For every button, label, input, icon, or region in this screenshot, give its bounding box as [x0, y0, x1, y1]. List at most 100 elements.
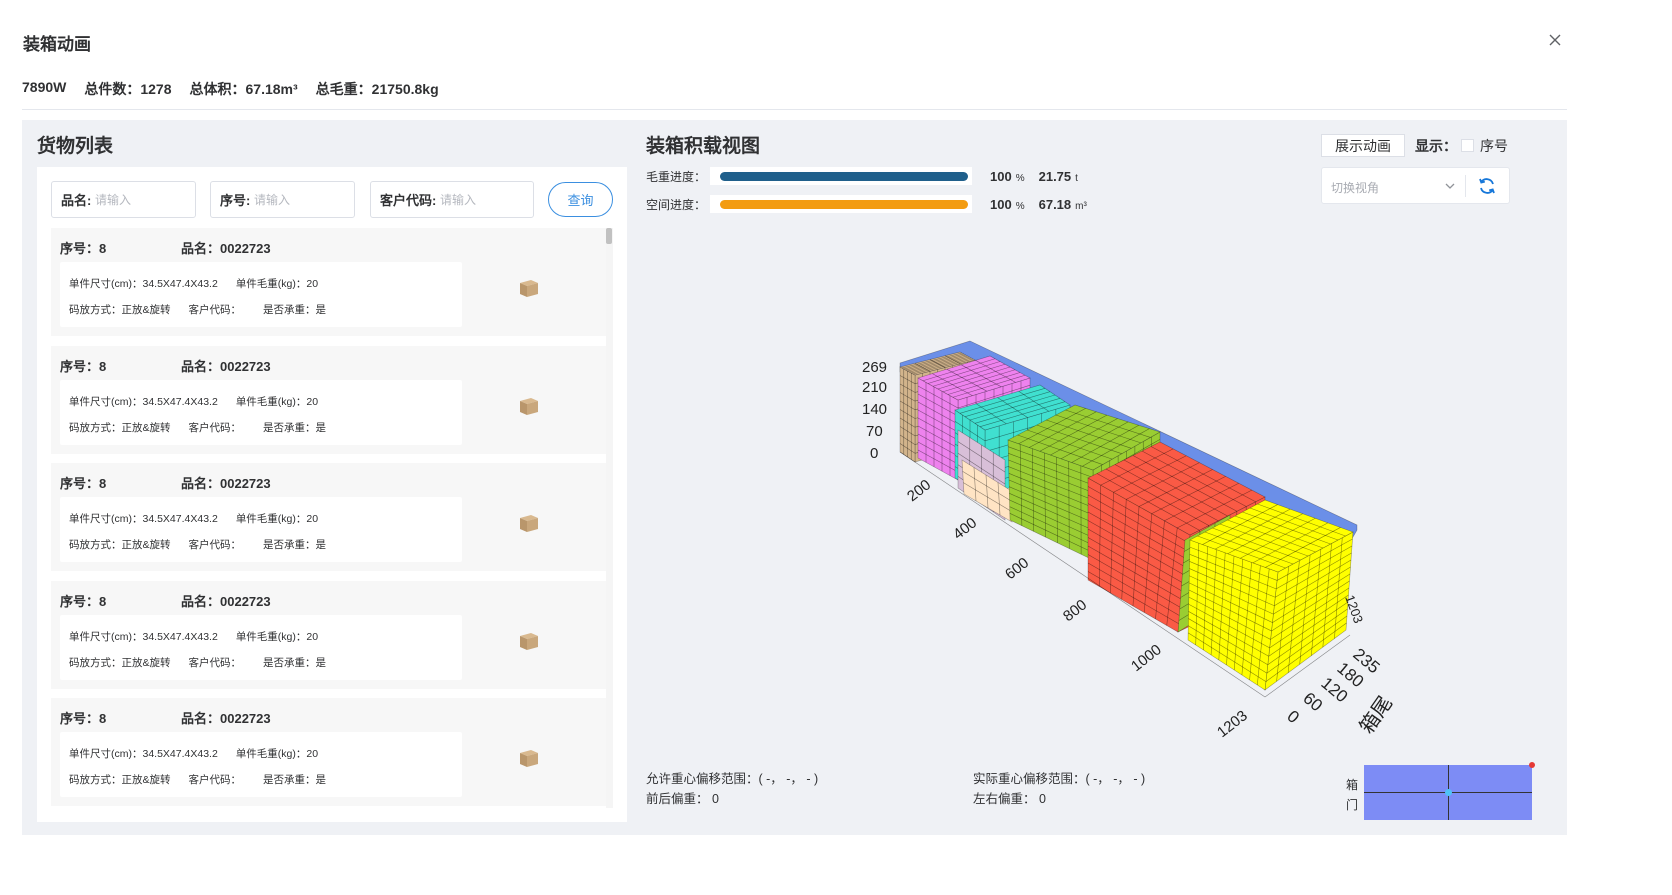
cargo-list-item[interactable]: 序号：8 品名：0022723 单件尺寸(cm)：34.5X47.4X43.2 单件毛… — [51, 698, 606, 807]
tail-axis-label: 箱尾 — [1355, 692, 1397, 738]
seq-search-label: 序号: — [220, 193, 251, 208]
item-name: 品名：0022723 — [181, 593, 271, 609]
container-type: 7890W — [22, 79, 67, 95]
cargo-list-item[interactable]: 序号：8 品名：0022723 单件尺寸(cm)：34.5X47.4X43.2 单件毛… — [51, 345, 606, 454]
cargo-list-item[interactable]: 序号：8 品名：0022723 单件尺寸(cm)：34.5X47.4X43.2 单件毛… — [51, 228, 606, 336]
item-size: 单件尺寸(cm)：34.5X47.4X43.2 — [69, 278, 218, 290]
weight-progress-value: 21.75 t — [1038, 168, 1078, 184]
query-button[interactable]: 查询 — [548, 182, 613, 217]
item-header: 序号：8 品名：0022723 — [60, 238, 271, 257]
packing-dialog: 装箱动画 7890W 总件数：1278 总体积：67.18m³ 总毛重：2175… — [0, 0, 1672, 895]
weight-progress-track — [710, 167, 972, 185]
item-name: 品名：0022723 — [181, 711, 271, 727]
cargo-list-item[interactable]: 序号：8 品名：0022723 单件尺寸(cm)：34.5X47.4X43.2 单件毛… — [51, 463, 606, 572]
item-weight: 单件毛重(kg)：20 — [235, 395, 319, 408]
item-size: 单件尺寸(cm)：34.5X47.4X43.2 — [69, 395, 218, 408]
item-detail-row-1: 单件尺寸(cm)：34.5X47.4X43.2 单件毛重(kg)：20 — [69, 746, 318, 761]
code-search-field[interactable]: 客户代码: — [370, 181, 534, 218]
divider — [22, 109, 1567, 110]
box-icon — [520, 515, 538, 533]
seq-checkbox-label[interactable]: 序号 — [1480, 136, 1508, 156]
name-search-field[interactable]: 品名: — [51, 181, 196, 218]
name-search-input[interactable] — [94, 192, 175, 207]
box-icon — [520, 397, 538, 415]
item-detail-row-2: 码放方式：正放&旋转 客户代码： 是否承重：是 — [69, 537, 326, 552]
height-tick-label: 70 — [866, 423, 883, 440]
length-tick-label: 600 — [1002, 554, 1032, 583]
allowed-offset-text: 允许重心偏移范围：( -， -， - ) — [646, 772, 819, 786]
cargo-list-item[interactable]: 序号：8 品名：0022723 单件尺寸(cm)：34.5X47.4X43.2 单件毛… — [51, 580, 606, 689]
left-right-text: 左右偏重： 0 — [973, 792, 1046, 806]
chevron-down-icon[interactable] — [1445, 181, 1455, 191]
item-seq: 序号：8 — [60, 711, 107, 727]
select-separator — [1465, 175, 1466, 197]
item-detail-row-1: 单件尺寸(cm)：34.5X47.4X43.2 单件毛重(kg)：20 — [69, 629, 318, 644]
width-tick-label: 0 — [1283, 707, 1302, 728]
item-header: 序号：8 品名：0022723 — [60, 708, 271, 727]
item-customer-code: 客户代码： — [188, 539, 242, 552]
summary-bar: 7890W 总件数：1278 总体积：67.18m³ 总毛重：21750.8kg — [22, 79, 439, 99]
map-center-point — [1445, 789, 1452, 796]
box-icon — [520, 632, 538, 650]
weight-progress-label: 毛重进度： — [646, 169, 707, 184]
item-detail-row-1: 单件尺寸(cm)：34.5X47.4X43.2 单件毛重(kg)：20 — [69, 394, 318, 409]
item-detail-row-2: 码放方式：正放&旋转 客户代码： 是否承重：是 — [69, 420, 326, 435]
box-icon — [520, 280, 538, 297]
item-detail-card: 单件尺寸(cm)：34.5X47.4X43.2 单件毛重(kg)：20 码放方式：正… — [60, 497, 462, 563]
item-detail-row-2: 码放方式：正放&旋转 客户代码： 是否承重：是 — [69, 655, 326, 670]
item-stack-mode: 码放方式：正放&旋转 — [69, 656, 171, 669]
item-stack-mode: 码放方式：正放&旋转 — [69, 539, 171, 552]
scroll-thumb[interactable] — [606, 228, 612, 244]
length-tick-label: 800 — [1060, 596, 1090, 625]
map-gravity-point — [1529, 762, 1535, 768]
close-icon[interactable] — [1547, 32, 1563, 48]
space-progress-label: 空间进度： — [646, 197, 707, 212]
seq-search-input[interactable] — [253, 192, 334, 207]
display-label: 显示： — [1415, 138, 1457, 154]
space-progress-value: 67.18 m³ — [1038, 196, 1087, 212]
item-stack-mode: 码放方式：正放&旋转 — [69, 304, 171, 316]
height-tick-label: 269 — [862, 359, 887, 376]
stowage-3d-view[interactable]: 26921014070020040060080010001203 06012018… — [630, 220, 1560, 760]
show-animation-button[interactable]: 展示动画 — [1321, 134, 1405, 157]
refresh-icon[interactable] — [1477, 176, 1497, 196]
item-customer-code: 客户代码： — [188, 774, 242, 787]
item-size: 单件尺寸(cm)：34.5X47.4X43.2 — [69, 513, 218, 526]
item-name: 品名：0022723 — [181, 358, 271, 374]
item-name: 品名：0022723 — [181, 241, 271, 256]
item-detail-card: 单件尺寸(cm)：34.5X47.4X43.2 单件毛重(kg)：20 码放方式：正… — [60, 732, 462, 798]
view-angle-select[interactable]: 切换视角 — [1321, 167, 1510, 204]
item-load-bearing: 是否承重：是 — [263, 774, 327, 787]
item-weight: 单件毛重(kg)：20 — [235, 278, 319, 290]
seq-checkbox[interactable] — [1461, 139, 1474, 152]
weight-progress-percent: 100% — [990, 168, 1025, 184]
item-header: 序号：8 品名：0022723 — [60, 356, 271, 375]
item-detail-card: 单件尺寸(cm)：34.5X47.4X43.2 单件毛重(kg)：20 码放方式：正… — [60, 614, 462, 680]
box-icon — [520, 750, 538, 768]
item-customer-code: 客户代码： — [188, 656, 242, 669]
center-of-gravity-map — [1364, 762, 1535, 820]
weight-progress: 毛重进度： 100% 21.75 t — [646, 167, 1078, 185]
item-load-bearing: 是否承重：是 — [263, 304, 327, 316]
item-size: 单件尺寸(cm)：34.5X47.4X43.2 — [69, 748, 218, 761]
space-progress-percent: 100% — [990, 196, 1025, 212]
space-progress: 空间进度： 100% 67.18 m³ — [646, 195, 1087, 213]
item-load-bearing: 是否承重：是 — [263, 656, 327, 669]
code-search-input[interactable] — [439, 192, 520, 207]
item-seq: 序号：8 — [60, 476, 107, 492]
space-progress-track — [710, 195, 972, 213]
view-angle-placeholder: 切换视角 — [1331, 181, 1380, 195]
item-detail-card: 单件尺寸(cm)：34.5X47.4X43.2 单件毛重(kg)：20 码放方式：正… — [60, 379, 462, 445]
name-search-label: 品名: — [61, 193, 92, 208]
cargo-list[interactable]: 序号：8 品名：0022723 单件尺寸(cm)：34.5X47.4X43.2 单件毛… — [51, 228, 606, 808]
item-name: 品名：0022723 — [181, 476, 271, 492]
list-scrollbar[interactable] — [606, 228, 613, 808]
item-stack-mode: 码放方式：正放&旋转 — [69, 421, 171, 434]
height-tick-label: 210 — [862, 379, 887, 396]
item-load-bearing: 是否承重：是 — [263, 421, 327, 434]
door-label: 箱门 — [1346, 778, 1359, 812]
item-seq: 序号：8 — [60, 241, 107, 256]
seq-search-field[interactable]: 序号: — [210, 181, 355, 218]
item-header: 序号：8 品名：0022723 — [60, 591, 271, 610]
total-volume: 总体积：67.18m³ — [189, 81, 298, 97]
